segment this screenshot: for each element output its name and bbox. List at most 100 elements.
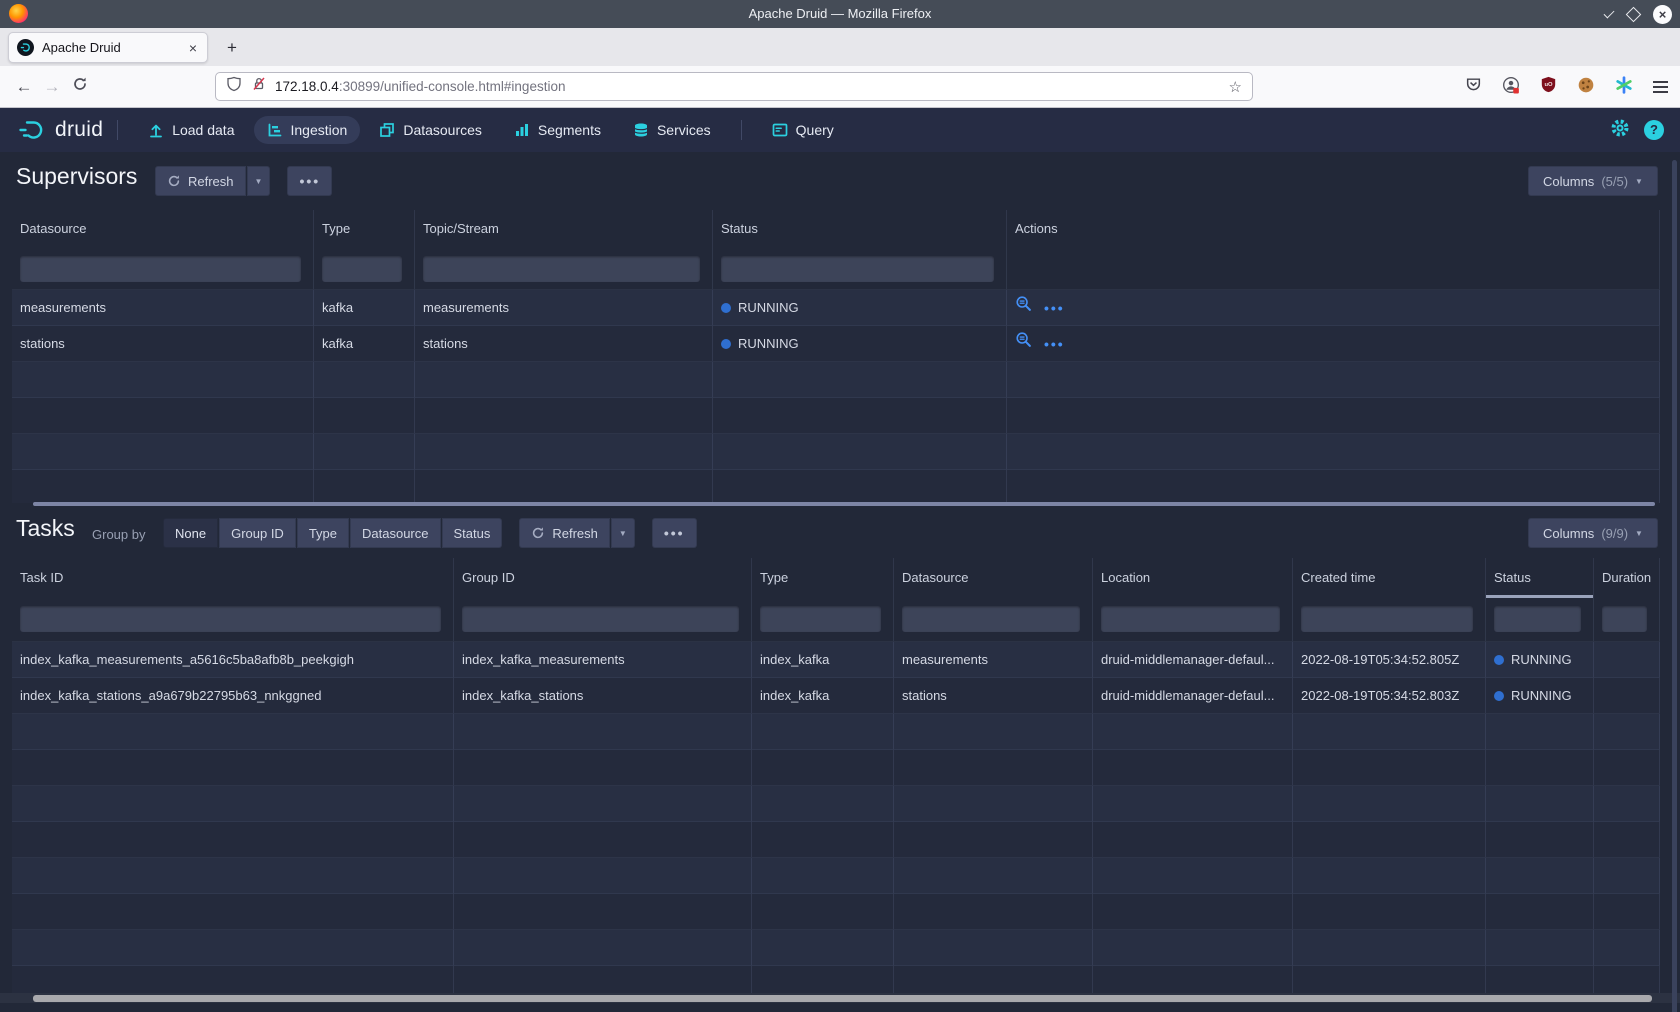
nav-item-load-data[interactable]: Load data (135, 116, 247, 144)
tasks-horizontal-scrollbar-track[interactable] (0, 993, 1680, 1003)
window-titlebar: Apache Druid — Mozilla Firefox × (0, 0, 1680, 28)
back-button[interactable]: ← (10, 77, 38, 97)
col-header-created-time[interactable]: Created time (1293, 558, 1486, 598)
reload-button[interactable] (66, 76, 94, 97)
refresh-icon (167, 174, 181, 188)
group-by-status-button[interactable]: Status (442, 518, 503, 548)
filter-topic-stream-input[interactable] (423, 256, 700, 282)
col-header-location[interactable]: Location (1093, 558, 1293, 598)
status-label: RUNNING (738, 290, 799, 326)
tracking-protection-shield-icon[interactable] (226, 76, 242, 97)
window-minimize-button[interactable] (1604, 13, 1614, 16)
druid-logo[interactable]: druid (18, 118, 103, 142)
view-details-magnifier-icon[interactable] (1015, 326, 1032, 362)
filter-created-time-input[interactable] (1301, 606, 1473, 632)
supervisor-topic: measurements (415, 290, 713, 326)
nav-item-ingestion[interactable]: Ingestion (254, 116, 361, 144)
tasks-refresh-dropdown-button[interactable]: ▼ (611, 518, 635, 548)
tab-title: Apache Druid (42, 40, 187, 55)
ingestion-icon (267, 122, 283, 138)
url-host: 172.18.0.4 (275, 79, 339, 94)
filter-type-input[interactable] (760, 606, 881, 632)
view-details-magnifier-icon[interactable] (1015, 290, 1032, 326)
filter-location-input[interactable] (1101, 606, 1280, 632)
browser-tab-apache-druid[interactable]: Apache Druid × (8, 32, 208, 63)
col-header-datasource[interactable]: Datasource (12, 210, 314, 248)
group-by-datasource-button[interactable]: Datasource (350, 518, 440, 548)
columns-label: Columns (1543, 526, 1594, 541)
group-by-group-id-button[interactable]: Group ID (219, 518, 296, 548)
task-created-time: 2022-08-19T05:34:52.803Z (1293, 678, 1486, 714)
nav-item-datasources[interactable]: Datasources (366, 116, 495, 144)
ublock-icon[interactable]: uO (1540, 76, 1557, 98)
nav-label: Datasources (403, 122, 482, 138)
col-header-type[interactable]: Type (314, 210, 415, 248)
supervisor-row-stations[interactable]: stations kafka stations RUNNING ••• (12, 326, 1660, 362)
group-by-type-button[interactable]: Type (297, 518, 349, 548)
firefox-window: Apache Druid — Mozilla Firefox × Apache … (0, 0, 1680, 1012)
filter-datasource-input[interactable] (902, 606, 1080, 632)
insecure-lock-icon[interactable] (251, 76, 267, 97)
bookmark-star-icon[interactable]: ☆ (1229, 78, 1242, 96)
task-row-measurements[interactable]: index_kafka_measurements_a5616c5ba8afb8b… (12, 642, 1660, 678)
tab-close-icon[interactable]: × (187, 40, 199, 56)
filter-type-input[interactable] (322, 256, 402, 282)
forward-button[interactable]: → (38, 77, 66, 97)
url-bar[interactable]: 172.18.0.4:30899/unified-console.html#in… (215, 72, 1253, 101)
menu-hamburger-icon[interactable] (1653, 81, 1668, 92)
tasks-refresh-button[interactable]: Refresh (519, 518, 610, 548)
col-header-task-id[interactable]: Task ID (12, 558, 454, 598)
group-by-none-button[interactable]: None (163, 518, 218, 548)
supervisors-columns-button[interactable]: Columns (5/5) ▼ (1528, 166, 1658, 196)
page-vertical-scrollbar[interactable] (1672, 160, 1677, 1012)
supervisors-refresh-button[interactable]: Refresh (155, 166, 246, 196)
maximize-icon (1626, 6, 1642, 22)
filter-status-input[interactable] (1494, 606, 1581, 632)
col-header-group-id[interactable]: Group ID (454, 558, 752, 598)
supervisor-row-measurements[interactable]: measurements kafka measurements RUNNING … (12, 290, 1660, 326)
nav-item-query[interactable]: Query (759, 116, 847, 144)
filter-duration-input[interactable] (1602, 606, 1647, 632)
filter-group-id-input[interactable] (462, 606, 739, 632)
nav-item-segments[interactable]: Segments (501, 116, 614, 144)
nav-item-services[interactable]: Services (620, 116, 724, 144)
tasks-more-button[interactable]: ••• (652, 518, 697, 548)
task-type: index_kafka (752, 642, 894, 678)
supervisors-title: Supervisors (16, 163, 137, 190)
account-icon[interactable] (1502, 76, 1520, 99)
status-running-dot-icon (721, 339, 731, 349)
row-more-actions-icon[interactable]: ••• (1044, 301, 1065, 315)
window-maximize-button[interactable] (1628, 9, 1639, 20)
pocket-icon[interactable] (1465, 76, 1482, 98)
help-icon[interactable]: ? (1644, 120, 1664, 140)
col-header-status[interactable]: Status (713, 210, 1007, 248)
col-header-duration[interactable]: Duration (1594, 558, 1660, 598)
supervisors-more-button[interactable]: ••• (287, 166, 332, 196)
task-status: RUNNING (1486, 642, 1594, 678)
filter-datasource-input[interactable] (20, 256, 301, 282)
supervisors-horizontal-scrollbar[interactable] (33, 502, 1655, 506)
chevron-down-icon: ▼ (1635, 177, 1643, 186)
supervisors-refresh-dropdown-button[interactable]: ▼ (247, 166, 271, 196)
extension-asterisk-icon[interactable] (1615, 76, 1633, 99)
new-tab-button[interactable]: + (220, 36, 244, 60)
col-header-topic-stream[interactable]: Topic/Stream (415, 210, 713, 248)
svg-text:uO: uO (1544, 82, 1553, 88)
cookie-icon[interactable] (1577, 76, 1595, 99)
col-header-type[interactable]: Type (752, 558, 894, 598)
row-more-actions-icon[interactable]: ••• (1044, 337, 1065, 351)
nav-label: Segments (538, 122, 601, 138)
col-header-datasource[interactable]: Datasource (894, 558, 1093, 598)
col-header-actions[interactable]: Actions (1007, 210, 1660, 248)
settings-gear-icon[interactable] (1610, 118, 1630, 143)
filter-task-id-input[interactable] (20, 606, 441, 632)
task-row-stations[interactable]: index_kafka_stations_a9a679b22795b63_nnk… (12, 678, 1660, 714)
window-close-button[interactable]: × (1653, 5, 1672, 24)
tasks-columns-button[interactable]: Columns (9/9) ▼ (1528, 518, 1658, 548)
tasks-horizontal-scrollbar-thumb[interactable] (33, 995, 1652, 1002)
empty-row (12, 470, 1660, 503)
empty-row (12, 786, 1660, 822)
filter-status-input[interactable] (721, 256, 994, 282)
col-header-status-sorted[interactable]: Status (1486, 558, 1594, 598)
task-datasource: measurements (894, 642, 1093, 678)
